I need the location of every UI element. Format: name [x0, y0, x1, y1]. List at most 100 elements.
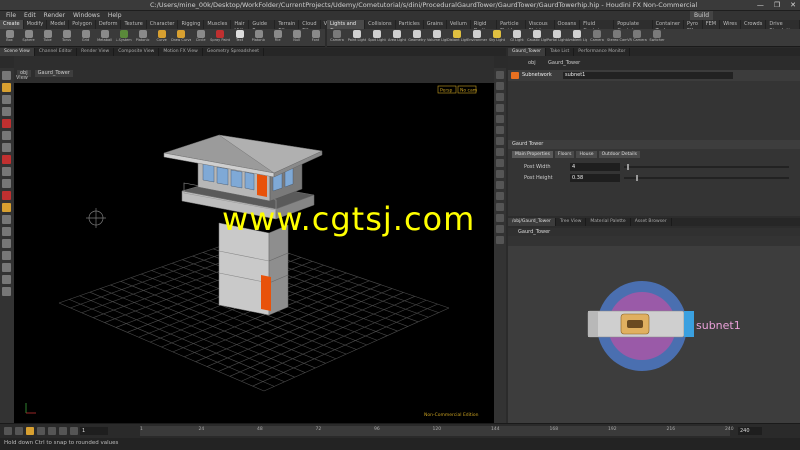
- left-tool-icon-8[interactable]: [2, 167, 11, 176]
- viewport-tab-5[interactable]: Geometry Spreadsheet: [203, 48, 265, 56]
- shelf-right-tab-16[interactable]: Drive Simulation: [766, 20, 800, 34]
- timeline-ruler[interactable]: 1 24 48 72 96 120 144 168 192 216 240: [140, 426, 734, 436]
- close-button[interactable]: ✕: [790, 1, 796, 9]
- shelf-left-tab-0[interactable]: Create: [0, 20, 24, 29]
- shelf-left-tool-14[interactable]: File: [268, 29, 287, 46]
- shelf-right-tool-3[interactable]: Area Light: [387, 29, 407, 46]
- shelf-right-tool-14[interactable]: Stereo Cam: [607, 29, 627, 46]
- param-pane-tab-2[interactable]: Performance Monitor: [574, 48, 631, 56]
- step-forward-button[interactable]: [59, 427, 67, 435]
- shelf-right-tab-3[interactable]: Grains: [424, 20, 447, 29]
- shelf-left-tab-1[interactable]: Modify: [24, 20, 48, 29]
- viewport-option-icon-12[interactable]: [496, 203, 504, 211]
- shelf-right-tool-13[interactable]: Camera: [587, 29, 607, 46]
- left-tool-icon-14[interactable]: [2, 239, 11, 248]
- shelf-left-tool-11[interactable]: Spray Paint: [210, 29, 230, 46]
- shelf-right-tool-9[interactable]: GI Light: [507, 29, 527, 46]
- viewport-tab-3[interactable]: Composite View: [114, 48, 160, 56]
- play-button[interactable]: [48, 427, 56, 435]
- shelf-left-tool-16[interactable]: Font: [306, 29, 325, 46]
- bypass-flag[interactable]: [588, 311, 598, 337]
- param-tab-2[interactable]: House: [576, 151, 597, 158]
- viewport-option-icon-1[interactable]: [496, 82, 504, 90]
- param-slider-knob-0[interactable]: [627, 164, 630, 170]
- left-tool-icon-12[interactable]: [2, 215, 11, 224]
- menu-help[interactable]: Help: [108, 12, 122, 19]
- menu-windows[interactable]: Windows: [73, 12, 100, 19]
- viewport-option-icon-8[interactable]: [496, 159, 504, 167]
- viewport-option-icon-11[interactable]: [496, 192, 504, 200]
- network-pane[interactable]: /obj/Gaurd_Tower Tree View Material Palett…: [508, 216, 800, 423]
- viewport-option-icon-13[interactable]: [496, 214, 504, 222]
- menu-render[interactable]: Render: [44, 12, 65, 19]
- shelf-right-tab-0[interactable]: Lights and Cameras: [327, 20, 366, 34]
- viewport-tab-0[interactable]: Scene View: [0, 48, 35, 56]
- shelf-right-tab-5[interactable]: Rigid Bodies: [471, 20, 498, 34]
- network-canvas[interactable]: subnet1: [508, 246, 800, 423]
- left-tool-icon-2[interactable]: [2, 95, 11, 104]
- shelf-right-tool-7[interactable]: Environment: [467, 29, 487, 46]
- shelf-left-tab-3[interactable]: Polygon: [69, 20, 96, 29]
- shelf-right-tab-11[interactable]: Container Tools: [653, 20, 684, 34]
- param-tab-3[interactable]: Outdoor Details: [598, 151, 640, 158]
- shelf-left-tool-3[interactable]: Torus: [57, 29, 76, 46]
- shelf-left-tool-8[interactable]: Curve: [152, 29, 171, 46]
- display-flag[interactable]: [684, 311, 694, 337]
- shelf-left-tab-12[interactable]: Cloud FX: [299, 20, 321, 34]
- param-tab-1[interactable]: Floors: [554, 151, 575, 158]
- shelf-right-tab-12[interactable]: Pyro FX: [684, 20, 703, 34]
- shelf-right-tool-10[interactable]: Caustic Light: [527, 29, 547, 46]
- play-reverse-button[interactable]: [26, 427, 34, 435]
- viewport-tab-2[interactable]: Render View: [77, 48, 115, 56]
- left-tool-icon-10[interactable]: [2, 191, 11, 200]
- left-tool-icon-0[interactable]: [2, 71, 11, 80]
- param-path-node[interactable]: Gaurd_Tower: [548, 60, 580, 66]
- param-slider-0[interactable]: [624, 166, 789, 168]
- shelf-right-tool-15[interactable]: VR Camera: [627, 29, 647, 46]
- shelf-right-tool-16[interactable]: Switcher: [647, 29, 667, 46]
- shelf-right-tab-6[interactable]: Particle Fluids: [497, 20, 526, 34]
- left-tool-icon-13[interactable]: [2, 227, 11, 236]
- shelf-left-tool-1[interactable]: Sphere: [19, 29, 38, 46]
- scene-viewport[interactable]: Persp No cam Non-Commercial Edition: [14, 83, 494, 423]
- menu-file[interactable]: File: [6, 12, 16, 19]
- maximize-button[interactable]: ❐: [774, 1, 780, 9]
- shelf-right-tab-4[interactable]: Vellum: [447, 20, 471, 29]
- left-tool-icon-17[interactable]: [2, 275, 11, 284]
- viewport-option-icon-10[interactable]: [496, 181, 504, 189]
- left-tool-icon-18[interactable]: [2, 287, 11, 296]
- shelf-right-tool-6[interactable]: Distant Light: [447, 29, 467, 46]
- shelf-right-tab-10[interactable]: Populate Containers: [614, 20, 653, 34]
- shelf-right-tool-2[interactable]: Spot Light: [367, 29, 387, 46]
- left-tool-icon-1[interactable]: [2, 83, 11, 92]
- viewport-tab-1[interactable]: Channel Editor: [35, 48, 78, 56]
- viewport-option-icon-7[interactable]: [496, 148, 504, 156]
- shelf-right-tool-1[interactable]: Point Light: [347, 29, 367, 46]
- minimize-button[interactable]: —: [757, 1, 764, 9]
- param-slider-1[interactable]: [624, 177, 789, 179]
- shelf-left-tab-11[interactable]: Terrain FX: [275, 20, 300, 34]
- viewport-tab-4[interactable]: Motion FX View: [159, 48, 203, 56]
- shelf-left-tool-5[interactable]: Metaball: [95, 29, 114, 46]
- network-tab-0[interactable]: /obj/Gaurd_Tower: [508, 218, 556, 226]
- left-tool-icon-4[interactable]: [2, 119, 11, 128]
- shelf-left-tool-6[interactable]: L-System: [114, 29, 133, 46]
- shelf-right-tab-13[interactable]: FEM: [703, 20, 721, 29]
- viewport-option-icon-0[interactable]: [496, 71, 504, 79]
- network-tab-1[interactable]: Tree View: [556, 218, 587, 226]
- shelf-left-tool-12[interactable]: Text: [230, 29, 249, 46]
- shelf-right-tab-7[interactable]: Viscous Fluids: [526, 20, 555, 34]
- shelf-right-tab-8[interactable]: Oceans: [555, 20, 581, 29]
- shelf-right-tab-2[interactable]: Particles: [396, 20, 424, 29]
- left-tool-icon-7[interactable]: [2, 155, 11, 164]
- shelf-left-tool-13[interactable]: Platonic: [249, 29, 268, 46]
- end-frame-field[interactable]: 240: [738, 427, 762, 435]
- param-pane-tab-1[interactable]: Take List: [546, 48, 575, 56]
- shelf-left-tab-8[interactable]: Muscles: [204, 20, 232, 29]
- path-gaurd-tower[interactable]: Gaurd_Tower: [34, 70, 73, 77]
- param-slider-knob-1[interactable]: [635, 175, 638, 181]
- shelf-left-tool-9[interactable]: Draw Curve: [171, 29, 191, 46]
- param-value-1[interactable]: 0.38: [570, 174, 620, 182]
- step-back-button[interactable]: [15, 427, 23, 435]
- viewport-option-icon-3[interactable]: [496, 104, 504, 112]
